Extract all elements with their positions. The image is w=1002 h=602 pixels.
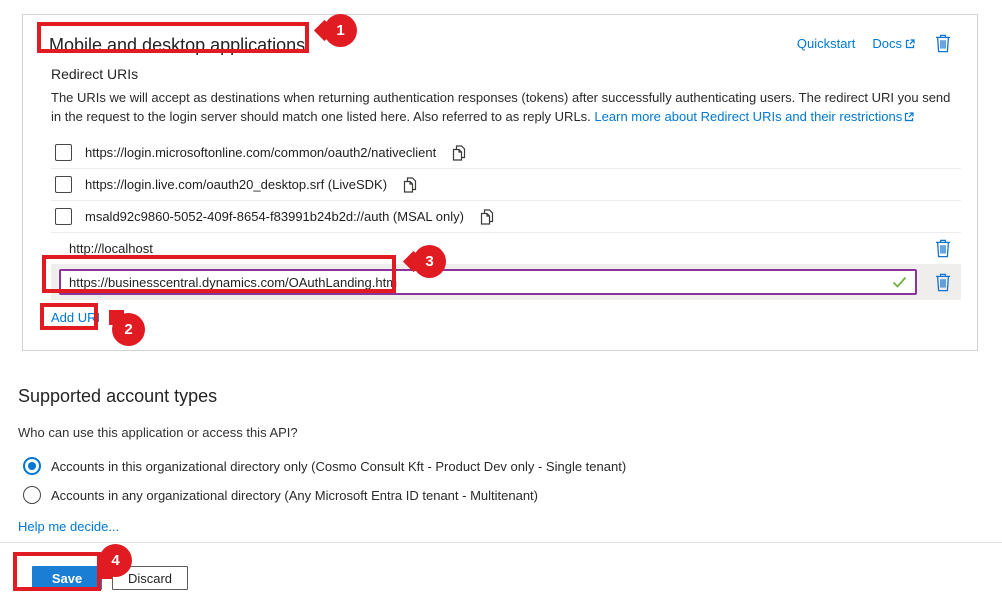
uri-text: https://login.microsoftonline.com/common… [85,145,436,160]
redirect-uris-subtitle: Redirect URIs [51,66,138,82]
account-type-option-single-tenant[interactable]: Accounts in this organizational director… [23,457,626,475]
add-uri-link[interactable]: Add URI [51,310,100,325]
quickstart-link[interactable]: Quickstart [797,36,856,51]
footer-divider [0,542,1002,543]
uri-checkbox[interactable] [55,176,72,193]
delete-platform-button[interactable] [933,33,953,54]
copy-icon[interactable] [401,176,418,194]
uri-input-wrap [59,269,917,295]
radio-unselected-icon[interactable] [23,486,41,504]
suggested-uri-row: https://login.microsoftonline.com/common… [51,137,961,169]
external-link-icon [903,111,915,123]
uri-checkbox[interactable] [55,144,72,161]
account-type-option-multitenant[interactable]: Accounts in any organizational directory… [23,486,538,504]
page-title: Mobile and desktop applications [49,35,305,56]
save-button[interactable]: Save [32,566,102,590]
redirect-uris-description: The URIs we will accept as destinations … [51,89,963,126]
suggested-uri-row: https://login.live.com/oauth20_desktop.s… [51,169,961,201]
external-link-icon [904,38,916,50]
supported-account-types-heading: Supported account types [18,386,217,407]
uri-text: https://login.live.com/oauth20_desktop.s… [85,177,387,192]
uri-input[interactable] [69,275,892,290]
copy-icon[interactable] [478,208,495,226]
account-types-question: Who can use this application or access t… [18,425,298,440]
uri-checkbox[interactable] [55,208,72,225]
saved-uri-row: http://localhost [51,233,961,264]
learn-more-link[interactable]: Learn more about Redirect URIs and their… [594,108,915,127]
card-header-actions: Quickstart Docs [797,33,953,54]
suggested-uri-row: msald92c9860-5052-409f-8654-f83991b24b2d… [51,201,961,233]
copy-icon[interactable] [450,144,467,162]
uri-text: http://localhost [69,241,153,256]
docs-link[interactable]: Docs [872,36,916,51]
trash-icon [933,33,953,54]
uri-text: msald92c9860-5052-409f-8654-f83991b24b2d… [85,209,464,224]
new-uri-row [51,264,961,300]
delete-uri-button[interactable] [933,238,953,259]
valid-check-icon [892,276,907,289]
discard-button[interactable]: Discard [112,566,188,590]
delete-uri-button[interactable] [933,272,953,293]
radio-selected-icon[interactable] [23,457,41,475]
trash-icon [933,272,953,293]
trash-icon [933,238,953,259]
redirect-uri-list: https://login.microsoftonline.com/common… [51,137,961,300]
redirect-uris-card: Mobile and desktop applications Redirect… [22,14,978,351]
help-me-decide-link[interactable]: Help me decide... [18,519,119,534]
